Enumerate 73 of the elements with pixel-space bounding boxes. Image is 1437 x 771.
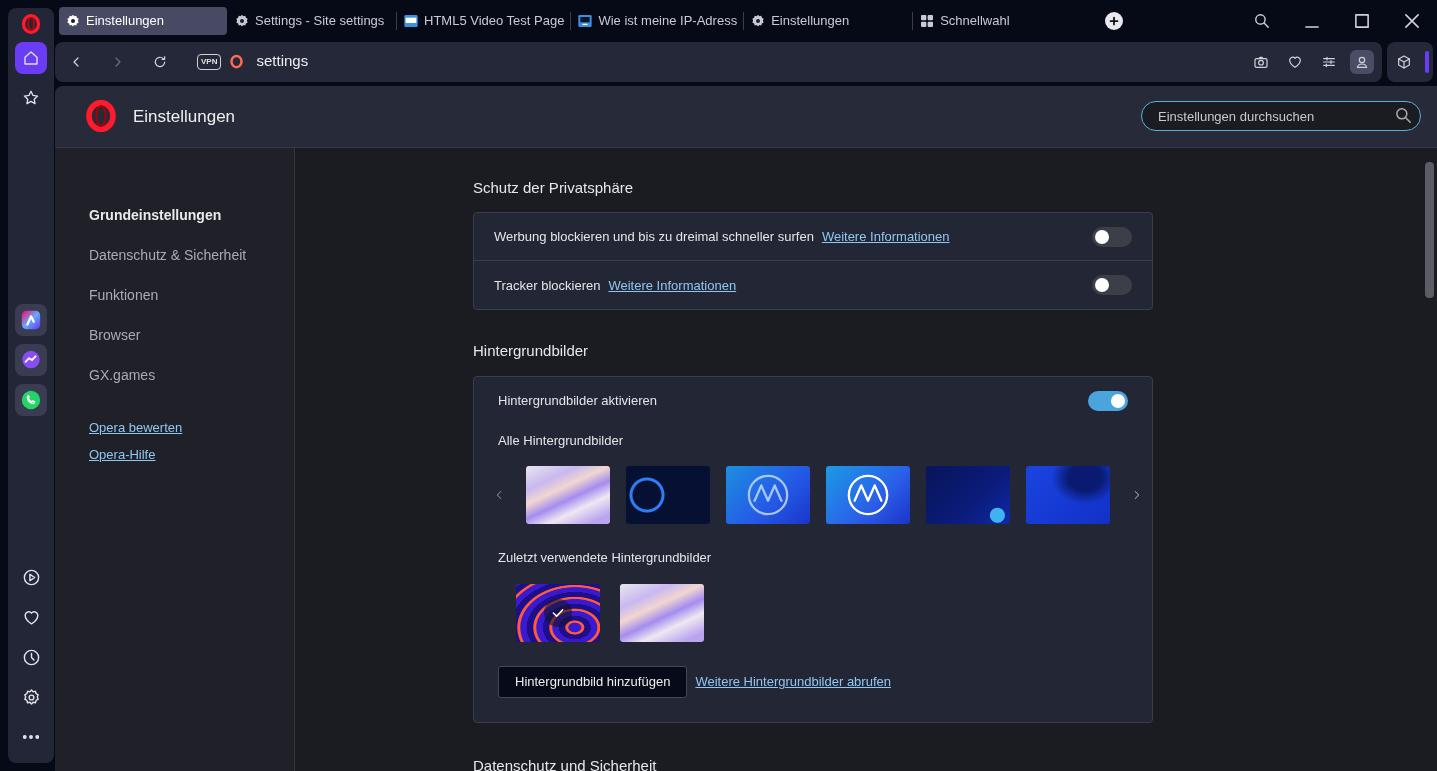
opera-logo-icon [229, 54, 245, 70]
star-icon [22, 89, 40, 107]
wallpaper-thumbnail[interactable] [826, 466, 910, 525]
subsection-label: Zuletzt verwendete Hintergrundbilder [498, 549, 713, 568]
nav-item[interactable]: Browser [89, 315, 294, 356]
wallpaper-thumbnail[interactable] [516, 583, 600, 642]
search-icon [1255, 13, 1269, 28]
window-icon [403, 12, 419, 29]
sidebar-indicator [1425, 50, 1429, 73]
page-title: Einstellungen [133, 105, 236, 128]
more-wallpapers-link[interactable]: Weitere Hintergrundbilder abrufen [695, 672, 891, 692]
toggle-switch[interactable] [1092, 226, 1132, 247]
gear-icon [234, 12, 250, 29]
setting-label: Hintergrundbilder aktivieren [498, 392, 657, 411]
setting-label: Werbung blockieren und bis zu dreimal schneller surfen [494, 228, 814, 247]
wallpaper-thumbnail[interactable] [726, 466, 810, 525]
wallpaper-thumbnail[interactable] [526, 466, 610, 525]
wallpaper-thumbnail[interactable] [626, 466, 710, 525]
info-link[interactable]: Weitere Informationen [608, 275, 737, 296]
new-tab-button[interactable] [1105, 11, 1124, 30]
nav-link[interactable]: Opera-Hilfe [89, 445, 156, 465]
nav-item[interactable]: Funktionen [89, 275, 294, 316]
clock-icon [21, 647, 41, 667]
gear-icon [65, 12, 81, 29]
aria-app-icon [20, 309, 42, 331]
aria-app-button[interactable] [15, 304, 47, 336]
minimize-icon [1305, 25, 1319, 28]
nav-item[interactable]: GX.games [89, 355, 294, 396]
play-circle-icon [21, 567, 41, 587]
search-icon [1396, 108, 1411, 124]
opera-logo-icon [85, 100, 117, 133]
browser-tab[interactable]: HTML5 Video Test Page [397, 6, 571, 35]
section-heading: Hintergrundbilder [473, 341, 590, 362]
nav-item[interactable]: Datenschutz & Sicherheit [89, 235, 294, 276]
browser-tab[interactable]: Einstellungen [59, 6, 227, 35]
search-field[interactable]: Einstellungen durchsuchen [1141, 101, 1421, 132]
nav-item[interactable]: Grundeinstellungen [89, 195, 294, 236]
url-text[interactable]: settings [256, 50, 309, 73]
info-link[interactable]: Weitere Informationen [821, 227, 950, 247]
wallpaper-thumbnail[interactable] [1026, 466, 1110, 525]
more-icon [23, 735, 39, 739]
nav-link[interactable]: Opera bewerten [89, 417, 183, 438]
monitor-icon [577, 12, 594, 29]
opera-logo-icon [21, 14, 41, 34]
toggle-switch[interactable] [1088, 390, 1128, 411]
maximize-icon [1355, 13, 1369, 28]
messenger-button[interactable] [15, 344, 47, 376]
whatsapp-icon [20, 389, 42, 411]
cube-icon [1396, 53, 1412, 70]
gear-icon [750, 12, 767, 29]
reload-icon [152, 53, 168, 70]
browser-tab[interactable]: Settings - Site settings [228, 6, 396, 35]
add-wallpaper-button[interactable]: Hintergrundbild hinzufügen [498, 665, 688, 698]
wallpaper-thumbnail[interactable] [926, 466, 1010, 525]
section-heading: Schutz der Privatsphäre [473, 177, 635, 198]
setting-label: Tracker blockieren [494, 276, 601, 295]
settings-icon [21, 687, 41, 707]
toggle-switch[interactable] [1092, 275, 1132, 296]
whatsapp-button[interactable] [15, 384, 47, 416]
wallpaper-thumbnail[interactable] [620, 583, 704, 642]
browser-tab[interactable]: Einstellungen [744, 6, 913, 35]
messenger-icon [20, 349, 42, 371]
vpn-badge[interactable]: VPN [197, 53, 222, 70]
close-icon [1405, 13, 1419, 28]
grid-icon [919, 12, 936, 29]
browser-tab[interactable]: Wie ist meine IP-Adress [571, 6, 744, 35]
browser-tab[interactable]: Schnellwahl [913, 6, 1082, 35]
home-icon [22, 49, 40, 67]
section-heading: Datenschutz und Sicherheit [473, 755, 658, 771]
plus-icon [1108, 14, 1121, 27]
subsection-label: Alle Hintergrundbilder [498, 431, 624, 450]
profile-button[interactable] [1350, 49, 1374, 74]
home-button[interactable] [15, 42, 47, 74]
